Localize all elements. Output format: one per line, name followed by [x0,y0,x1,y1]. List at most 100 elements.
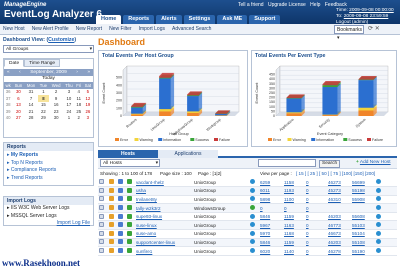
count-e[interactable]: 55108 [351,238,375,248]
edit-icon[interactable] [109,196,114,202]
count-d[interactable]: 46273 [327,178,351,188]
tree-item-my-reports[interactable]: ▸ My Reports [7,152,93,160]
table-row[interactable]: sunfire1 UnixGroup 6020 1140 0 46278 55190 [98,246,397,256]
count-c[interactable]: 0 [305,246,327,256]
log-icon[interactable] [118,239,123,245]
info-icon[interactable] [376,239,381,245]
bar-segment[interactable] [322,81,341,86]
bar-segment[interactable] [159,75,175,110]
edit-icon[interactable] [109,222,114,228]
host-name[interactable]: tally-w2k3r2 [135,203,193,213]
host-name[interactable]: sunfire1 [135,246,193,256]
edit-icon[interactable] [109,239,114,245]
count-a[interactable]: 6020 [259,246,283,256]
row-checkbox[interactable] [99,179,104,185]
calendar-day[interactable]: 2 [75,115,83,122]
count-e[interactable]: 55190 [351,246,375,256]
edit-icon[interactable] [109,213,114,219]
upgrade-license-link[interactable]: Upgrade License [268,2,306,8]
log-icon[interactable] [118,230,123,236]
count-c[interactable]: 0 [305,238,327,248]
edit-icon[interactable] [109,179,114,185]
count-d[interactable]: 45273 [327,186,351,196]
help-link[interactable]: Help [310,2,320,8]
iis-logs-item[interactable]: ▸ IIS W3C Web Server Logs [7,205,93,213]
row-checkbox[interactable] [99,213,104,219]
count-b[interactable]: 1159 [283,238,305,248]
log-icon[interactable] [118,196,123,202]
count-b[interactable]: 1168 [283,229,305,239]
count-a[interactable]: 5970 [259,229,283,239]
count-e[interactable]: 55103 [351,220,375,231]
table-row[interactable]: usha UnixGroup 6011 1193 0 45273 55198 [98,186,397,196]
info-icon[interactable] [376,230,381,236]
row-checkbox[interactable] [99,239,104,245]
count-d[interactable]: 46773 [327,220,351,231]
count-d[interactable]: 46203 [327,238,351,248]
bar-segment[interactable] [358,76,377,108]
host-name[interactable]: usha [135,186,193,196]
import-log-file-link[interactable]: Import Log File [57,220,90,226]
host-name[interactable]: trvilanet8y [135,195,193,205]
view-per-page-options[interactable]: [ 15 ] [ 25 ] [ 50 ] [ 75 ] [100] [150] … [296,169,375,178]
tab-time-range[interactable]: Time Range [24,59,61,67]
count-a[interactable]: 6259 [259,178,283,188]
tab-home[interactable]: Home [96,15,122,24]
table-row[interactable]: suse-amo UnixGroup 5970 1168 0 46673 55104 [98,229,397,239]
edit-icon[interactable] [109,187,114,193]
count-a[interactable]: 5898 [259,195,283,205]
calendar-day[interactable]: 28 [24,115,37,122]
calendar-day[interactable]: 29 [38,115,49,122]
info-icon[interactable] [376,222,381,228]
table-row[interactable]: suse-linux UnixGroup 5967 1163 0 46773 55103 [98,220,397,231]
new-filter-button[interactable]: New Filter [109,26,132,32]
import-logs-button[interactable]: Import Logs [139,26,165,32]
count-a[interactable]: 5967 [259,220,283,231]
bar-segment[interactable] [358,76,377,80]
count-a[interactable]: 0 [259,203,283,213]
close-icon[interactable]: ✕ [375,26,380,32]
refresh-icon[interactable]: ⟳ [368,26,373,32]
tree-item-trend-reports[interactable]: ▸ Trend Reports [7,175,93,183]
count-e[interactable]: 55104 [351,229,375,239]
count-c[interactable]: 0 [305,203,327,213]
log-icon[interactable] [118,187,123,193]
tree-item-compliance-reports[interactable]: ▸ Compliance Reports [7,167,93,175]
calendar-prev-month[interactable]: ‹ [19,69,21,76]
log-icon[interactable] [118,213,123,219]
row-checkbox[interactable] [99,230,104,236]
edit-icon[interactable] [109,248,114,254]
count-e[interactable]: 55908 [351,195,375,205]
tab-settings[interactable]: Settings [183,15,216,24]
count-c[interactable]: 0 [305,186,327,196]
calendar-day[interactable]: 3 [83,115,93,122]
tell-friend-link[interactable]: Tell a friend [238,2,264,8]
count-b[interactable]: 1159 [283,212,305,222]
info-icon[interactable] [376,213,381,219]
bookmarks-select[interactable]: Bookmarks ▾ [334,25,364,41]
edit-icon[interactable] [109,230,114,236]
count-d[interactable]: 46310 [327,195,351,205]
row-checkbox[interactable] [99,196,104,202]
calendar-next-month[interactable]: › [76,69,78,76]
count-b[interactable]: 0 [283,203,305,213]
host-name[interactable]: suse-amo [135,229,193,239]
count-e[interactable]: 56699 [351,178,375,188]
count-e[interactable] [351,203,375,213]
add-host-link[interactable]: + Add New Host [356,160,391,165]
log-icon[interactable] [118,248,123,254]
count-a[interactable]: 5846 [259,212,283,222]
advanced-search-button[interactable]: Advanced Search [172,26,211,32]
calendar-day[interactable]: 27 [12,115,24,122]
info-icon[interactable] [376,196,381,202]
count-c[interactable]: 0 [305,229,327,239]
host-filter-select[interactable]: All Hosts ▾ [100,159,160,167]
tab-date[interactable]: Date [4,59,25,67]
info-icon[interactable] [376,187,381,193]
page-links[interactable]: Page : [1|2] [198,169,221,178]
count-a[interactable]: 5846 [259,238,283,248]
count-e[interactable]: 55198 [351,186,375,196]
log-icon[interactable] [118,222,123,228]
new-alert-profile-button[interactable]: New Alert Profile [32,26,69,32]
time-from[interactable]: 2009-09-08 00:00:00 [349,8,394,13]
